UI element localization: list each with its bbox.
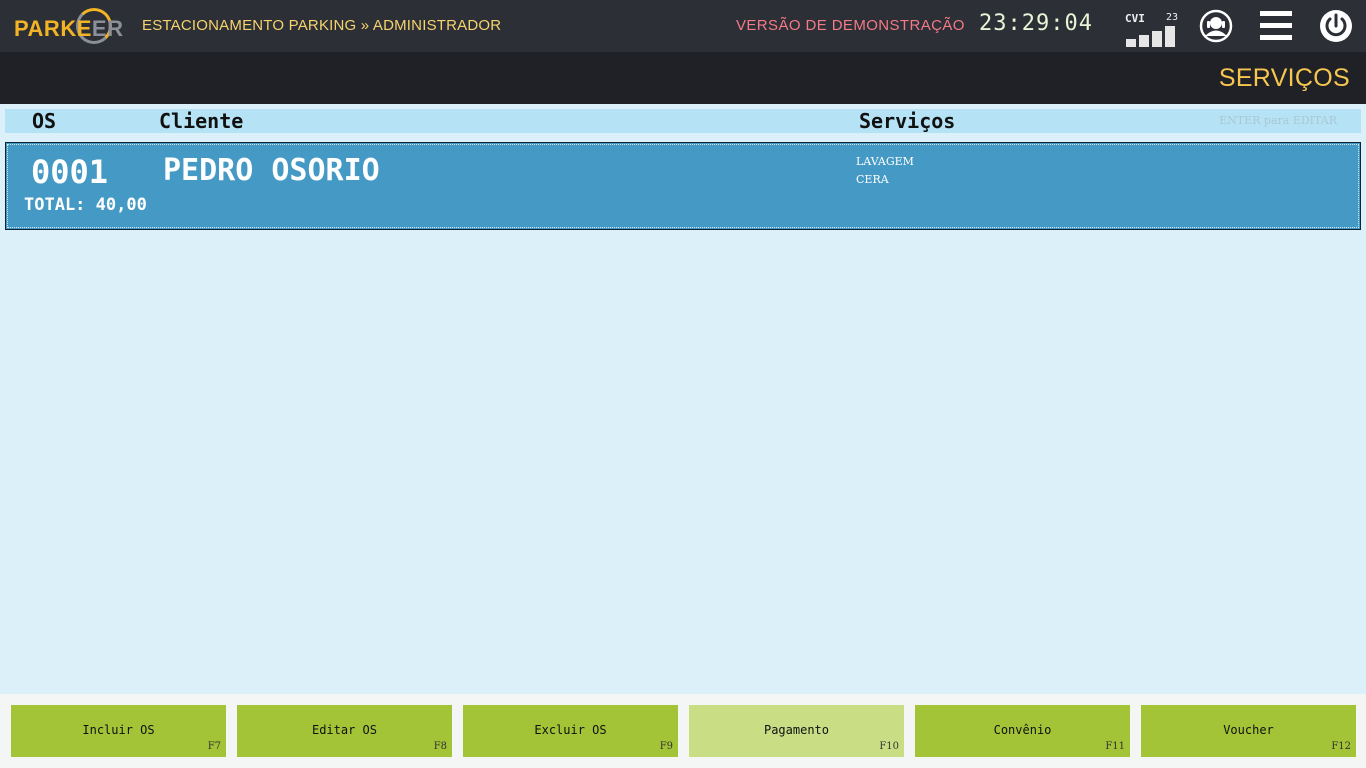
demo-version-label: VERSÃO DE DEMONSTRAÇÃO xyxy=(736,17,965,34)
row-total: TOTAL: 40,00 xyxy=(24,195,147,215)
service-item: CERA xyxy=(856,173,889,186)
edit-hint: ENTER para EDITAR xyxy=(1219,114,1337,127)
pagamento-button[interactable]: Pagamento F10 xyxy=(689,705,904,757)
title-bar: SERVIÇOS xyxy=(0,52,1366,104)
power-icon[interactable] xyxy=(1318,8,1354,44)
shortcut-key: F11 xyxy=(1105,741,1125,752)
bottom-toolbar: Incluir OS F7 Editar OS F8 Excluir OS F9… xyxy=(0,694,1366,768)
breadcrumb: ESTACIONAMENTO PARKING » ADMINISTRADOR xyxy=(142,17,502,34)
signal-bar-2 xyxy=(1139,35,1149,47)
table-row[interactable]: 0001 PEDRO OSORIO TOTAL: 40,00 LAVAGEM C… xyxy=(5,142,1361,230)
button-label: Convênio xyxy=(993,723,1052,737)
service-item: LAVAGEM xyxy=(856,155,914,168)
signal-count: 23 xyxy=(1165,12,1178,23)
clock: 23:29:04 xyxy=(979,11,1093,36)
shortcut-key: F9 xyxy=(659,741,673,752)
column-header-cliente: Cliente xyxy=(159,109,244,133)
user-icon[interactable] xyxy=(1198,8,1234,44)
table-header: OS Cliente Serviços ENTER para EDITAR xyxy=(5,109,1361,133)
row-client-name: PEDRO OSORIO xyxy=(163,153,380,188)
column-header-servicos: Serviços xyxy=(859,109,956,133)
shortcut-key: F8 xyxy=(433,741,447,752)
signal-bar-4 xyxy=(1165,26,1175,47)
button-label: Editar OS xyxy=(311,723,378,737)
convenio-button[interactable]: Convênio F11 xyxy=(915,705,1130,757)
button-label: Excluir OS xyxy=(534,723,607,737)
signal-bar-1 xyxy=(1126,39,1136,47)
top-bar: PARKEER ESTACIONAMENTO PARKING » ADMINIS… xyxy=(0,0,1366,52)
logo-text: PARKEER xyxy=(14,16,124,41)
shortcut-key: F7 xyxy=(207,741,221,752)
menu-icon[interactable] xyxy=(1258,8,1294,44)
shortcut-key: F10 xyxy=(879,741,899,752)
button-label: Voucher xyxy=(1223,723,1274,737)
editar-os-button[interactable]: Editar OS F8 xyxy=(237,705,452,757)
column-header-os: OS xyxy=(32,109,57,133)
signal-bar-3 xyxy=(1152,31,1162,47)
signal-label: CVI xyxy=(1125,12,1145,25)
button-label: Pagamento xyxy=(763,723,830,737)
excluir-os-button[interactable]: Excluir OS F9 xyxy=(463,705,678,757)
row-os-number: 0001 xyxy=(31,153,109,191)
shortcut-key: F12 xyxy=(1331,741,1351,752)
voucher-button[interactable]: Voucher F12 xyxy=(1141,705,1356,757)
button-label: Incluir OS xyxy=(82,723,155,737)
signal-indicator: CVI 23 xyxy=(1124,11,1180,47)
incluir-os-button[interactable]: Incluir OS F7 xyxy=(11,705,226,757)
parkeer-logo: PARKEER xyxy=(14,6,130,46)
row-services-list: LAVAGEM CERA xyxy=(856,153,914,189)
page-title: SERVIÇOS xyxy=(1218,64,1350,92)
